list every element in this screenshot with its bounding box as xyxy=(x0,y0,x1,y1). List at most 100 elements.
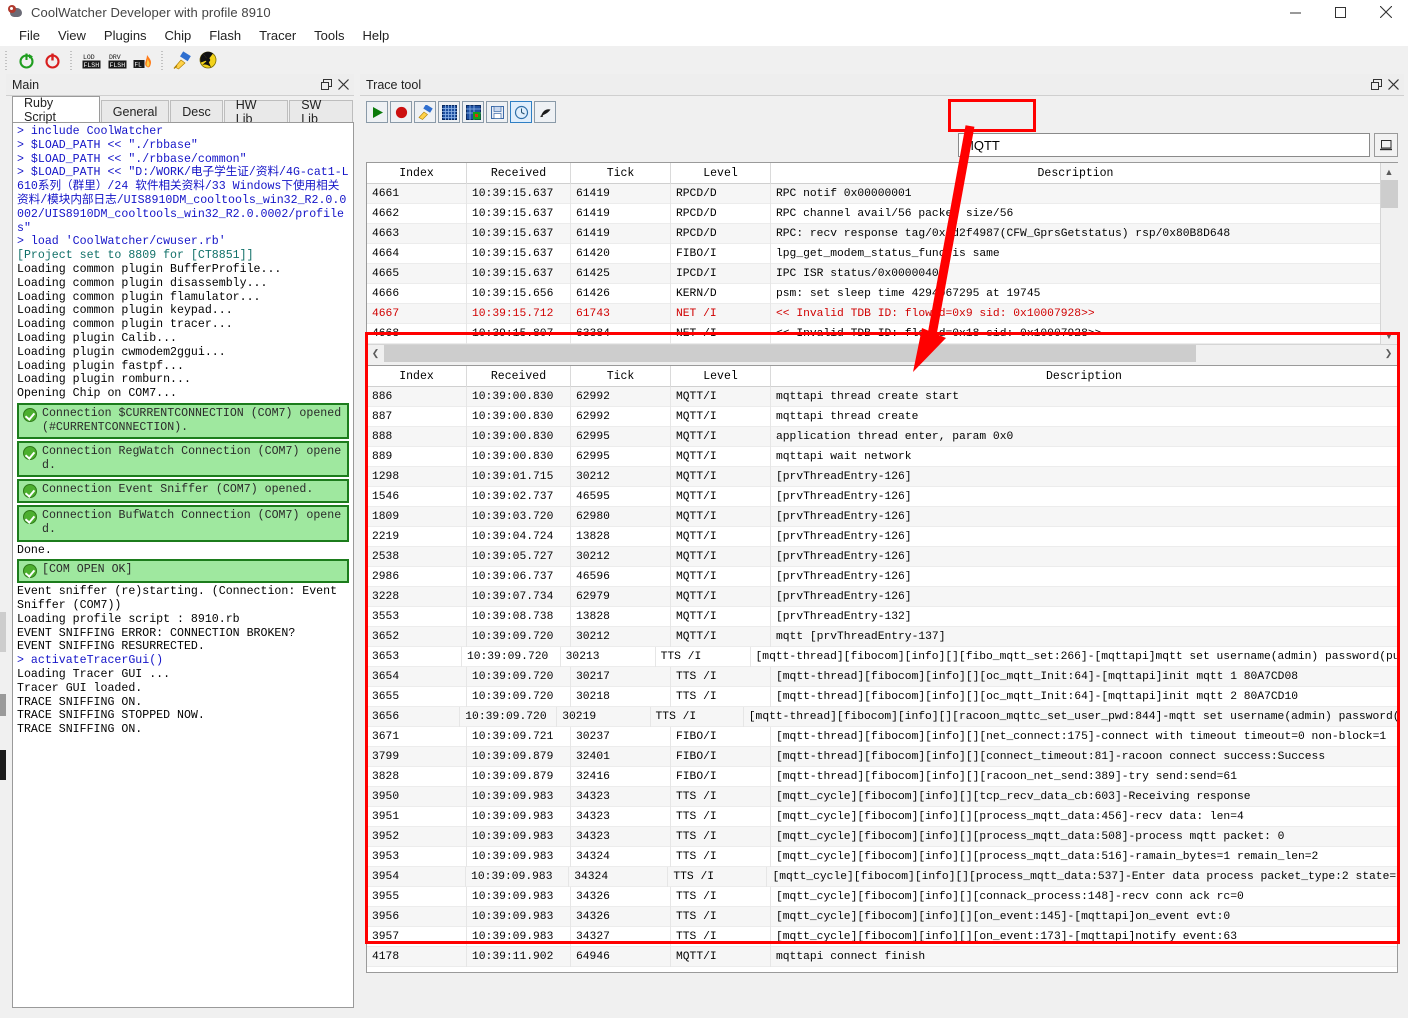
load-flash-icon[interactable]: LOD FLSH xyxy=(79,48,103,72)
table-row[interactable]: 1298 10:39:01.715 30212 MQTT/I [prvThreadEnt… xyxy=(367,467,1397,487)
window-icon[interactable] xyxy=(1374,133,1398,157)
power-off-icon[interactable] xyxy=(40,48,64,72)
tab-hw-lib[interactable]: HW Lib xyxy=(223,98,289,126)
table-row[interactable]: 3957 10:39:09.983 34327 TTS /I [mqtt_cycle][… xyxy=(367,927,1397,947)
toolbar-grip-2[interactable] xyxy=(68,50,75,70)
vscroll-track[interactable] xyxy=(1380,180,1398,327)
save-icon[interactable] xyxy=(486,101,508,123)
menu-item-tracer[interactable]: Tracer xyxy=(250,26,305,45)
table-row[interactable]: 2986 10:39:06.737 46596 MQTT/I [prvThreadEnt… xyxy=(367,567,1397,587)
vscroll-thumb[interactable] xyxy=(1380,180,1398,208)
table-row[interactable]: 1546 10:39:02.737 46595 MQTT/I [prvThreadEnt… xyxy=(367,487,1397,507)
burn-flash-icon[interactable]: FL xyxy=(131,48,155,72)
column-header-tick[interactable]: Tick xyxy=(571,366,671,387)
table-row[interactable]: 2538 10:39:05.727 30212 MQTT/I [prvThreadEnt… xyxy=(367,547,1397,567)
close-icon[interactable] xyxy=(335,76,352,94)
grid-color-icon[interactable] xyxy=(462,101,484,123)
table-row[interactable]: 3950 10:39:09.983 34323 TTS /I [mqtt_cycle][… xyxy=(367,787,1397,807)
table-row[interactable]: 3655 10:39:09.720 30218 TTS /I [mqtt-thread]… xyxy=(367,687,1397,707)
tab-general[interactable]: General xyxy=(100,100,170,122)
table-row[interactable]: 4663 10:39:15.637 61419 RPCD/D RPC: recv res… xyxy=(367,224,1380,244)
table-row[interactable]: 3954 10:39:09.983 34324 TTS /I [mqtt_cycle][… xyxy=(367,867,1397,887)
toolbar-grip[interactable] xyxy=(3,50,10,70)
menu-item-view[interactable]: View xyxy=(49,26,95,45)
table-row[interactable]: 887 10:39:00.830 62992 MQTT/I mqttapi thread… xyxy=(367,407,1397,427)
close-icon[interactable] xyxy=(1385,76,1402,94)
play-icon[interactable] xyxy=(366,101,388,123)
table-row[interactable]: 3951 10:39:09.983 34323 TTS /I [mqtt_cycle][… xyxy=(367,807,1397,827)
table-row[interactable]: 1809 10:39:03.720 62980 MQTT/I [prvThreadEnt… xyxy=(367,507,1397,527)
hscroll-thumb[interactable] xyxy=(384,344,1196,362)
table-row[interactable]: 4667 10:39:15.712 61743 NET /I << Invalid TD… xyxy=(367,304,1380,324)
clear-icon[interactable] xyxy=(414,101,436,123)
menu-item-plugins[interactable]: Plugins xyxy=(95,26,156,45)
tab-ruby-script[interactable]: Ruby Script xyxy=(12,96,100,124)
table-row[interactable]: 4661 10:39:15.637 61419 RPCD/D RPC notif 0x0… xyxy=(367,184,1380,204)
table-row[interactable]: 4668 10:39:15.807 63384 NET /I << Invalid TD… xyxy=(367,324,1380,344)
toolbar-grip-3[interactable] xyxy=(159,50,166,70)
table-row[interactable]: 4666 10:39:15.656 61426 KERN/D psm: set slee… xyxy=(367,284,1380,304)
column-header-received[interactable]: Received xyxy=(467,163,571,184)
table-row[interactable]: 4664 10:39:15.637 61420 FIBO/I lpg_get_modem… xyxy=(367,244,1380,264)
table-row[interactable]: 3653 10:39:09.720 30213 TTS /I [mqtt-thread]… xyxy=(367,647,1397,667)
tab-sw-lib[interactable]: SW Lib xyxy=(289,98,353,126)
clean-icon[interactable] xyxy=(170,48,194,72)
column-header-level[interactable]: Level xyxy=(671,163,771,184)
mouse-icon[interactable] xyxy=(534,101,556,123)
maximize-icon[interactable] xyxy=(1318,0,1363,24)
float-icon[interactable] xyxy=(318,76,335,94)
radiation-icon[interactable] xyxy=(196,48,220,72)
table-row[interactable]: 3652 10:39:09.720 30212 MQTT/I mqtt [prvThre… xyxy=(367,627,1397,647)
table-row[interactable]: 3828 10:39:09.879 32416 FIBO/I [mqtt-thread]… xyxy=(367,767,1397,787)
table-row[interactable]: 3799 10:39:09.879 32401 FIBO/I [mqtt-thread]… xyxy=(367,747,1397,767)
main-panel-scroll-rail[interactable] xyxy=(0,612,6,792)
table-row[interactable]: 3228 10:39:07.734 62979 MQTT/I [prvThreadEnt… xyxy=(367,587,1397,607)
scroll-thumb-b[interactable] xyxy=(0,694,6,716)
table-row[interactable]: 3953 10:39:09.983 34324 TTS /I [mqtt_cycle][… xyxy=(367,847,1397,867)
scroll-thumb-c[interactable] xyxy=(0,750,6,780)
drive-flash-icon[interactable]: DRV FLSH xyxy=(105,48,129,72)
power-on-icon[interactable] xyxy=(14,48,38,72)
scroll-up-icon[interactable]: ▲ xyxy=(1380,163,1398,180)
column-header-description[interactable]: Description xyxy=(771,163,1380,184)
tab-desc[interactable]: Desc xyxy=(170,100,223,122)
float-icon[interactable] xyxy=(1368,76,1385,94)
menu-item-tools[interactable]: Tools xyxy=(305,26,353,45)
table-row[interactable]: 888 10:39:00.830 62995 MQTT/I application th… xyxy=(367,427,1397,447)
column-header-description[interactable]: Description xyxy=(771,366,1397,387)
scroll-thumb-a[interactable] xyxy=(0,612,6,652)
table-row[interactable]: 3955 10:39:09.983 34326 TTS /I [mqtt_cycle][… xyxy=(367,887,1397,907)
table-row[interactable]: 3656 10:39:09.720 30219 TTS /I [mqtt-thread]… xyxy=(367,707,1397,727)
table-row[interactable]: 3671 10:39:09.721 30237 FIBO/I [mqtt-thread]… xyxy=(367,727,1397,747)
table-row[interactable]: 4665 10:39:15.637 61425 IPCD/I IPC ISR statu… xyxy=(367,264,1380,284)
trace-grid-top-hscrollbar[interactable]: ❮ ❯ xyxy=(367,344,1397,362)
menu-item-flash[interactable]: Flash xyxy=(200,26,250,45)
scroll-down-icon[interactable]: ▼ xyxy=(1380,327,1398,344)
minimize-icon[interactable] xyxy=(1273,0,1318,24)
table-row[interactable]: 886 10:39:00.830 62992 MQTT/I mqttapi thread… xyxy=(367,387,1397,407)
trace-grid-top-vscrollbar[interactable]: ▲ ▼ xyxy=(1380,163,1398,344)
search-input[interactable] xyxy=(958,133,1370,157)
menu-item-file[interactable]: File xyxy=(10,26,49,45)
table-row[interactable]: 889 10:39:00.830 62995 MQTT/I mqttapi wait n… xyxy=(367,447,1397,467)
clock-icon[interactable] xyxy=(510,101,532,123)
column-header-received[interactable]: Received xyxy=(467,366,571,387)
column-header-tick[interactable]: Tick xyxy=(571,163,671,184)
table-row[interactable]: 4662 10:39:15.637 61419 RPCD/D RPC channel a… xyxy=(367,204,1380,224)
menu-item-chip[interactable]: Chip xyxy=(156,26,201,45)
close-icon[interactable] xyxy=(1363,0,1408,24)
hscroll-track[interactable] xyxy=(384,344,1380,362)
table-row[interactable]: 4178 10:39:11.902 64946 MQTT/I mqttapi conne… xyxy=(367,947,1397,967)
stop-icon[interactable] xyxy=(390,101,412,123)
table-row[interactable]: 3553 10:39:08.738 13828 MQTT/I [prvThreadEnt… xyxy=(367,607,1397,627)
table-row[interactable]: 3952 10:39:09.983 34323 TTS /I [mqtt_cycle][… xyxy=(367,827,1397,847)
table-row[interactable]: 3956 10:39:09.983 34326 TTS /I [mqtt_cycle][… xyxy=(367,907,1397,927)
column-header-index[interactable]: Index xyxy=(367,163,467,184)
grid-icon[interactable] xyxy=(438,101,460,123)
ruby-script-console[interactable]: > include CoolWatcher > $LOAD_PATH << "./… xyxy=(12,122,354,1008)
menu-item-help[interactable]: Help xyxy=(354,26,399,45)
column-header-index[interactable]: Index xyxy=(367,366,467,387)
column-header-level[interactable]: Level xyxy=(671,366,771,387)
table-row[interactable]: 2219 10:39:04.724 13828 MQTT/I [prvThreadEnt… xyxy=(367,527,1397,547)
table-row[interactable]: 3654 10:39:09.720 30217 TTS /I [mqtt-thread]… xyxy=(367,667,1397,687)
